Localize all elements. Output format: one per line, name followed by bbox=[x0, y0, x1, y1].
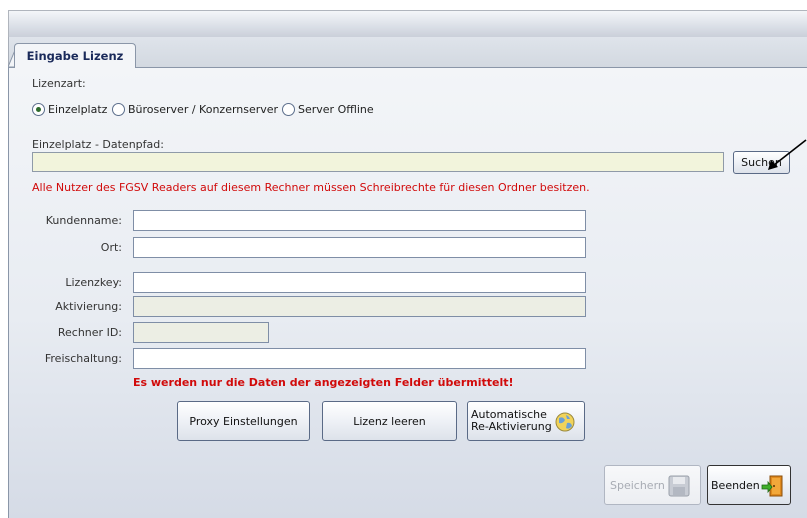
exit-button[interactable]: Beenden bbox=[707, 465, 791, 505]
lizenzkey-label: Lizenzkey: bbox=[65, 276, 122, 289]
freischaltung-label: Freischaltung: bbox=[44, 352, 122, 365]
transmission-notice: Es werden nur die Daten der angezeigten … bbox=[133, 376, 514, 389]
datenpfad-label: Einzelplatz - Datenpfad: bbox=[32, 138, 164, 151]
proxy-settings-label: Proxy Einstellungen bbox=[189, 414, 298, 428]
rechner-id-input bbox=[133, 322, 269, 343]
ort-input[interactable] bbox=[133, 237, 586, 258]
radio-label-einzelplatz: Einzelplatz bbox=[48, 103, 108, 116]
aktivierung-input bbox=[133, 296, 586, 317]
arrow-pointer-icon bbox=[768, 139, 807, 170]
radio-button-server-offline[interactable] bbox=[282, 103, 295, 116]
proxy-settings-button[interactable]: Proxy Einstellungen bbox=[177, 401, 310, 441]
window-titlebar bbox=[8, 10, 807, 38]
radio-bueroserver[interactable]: Büroserver / Konzernserver bbox=[112, 103, 278, 116]
radio-einzelplatz[interactable]: Einzelplatz bbox=[32, 103, 107, 116]
auto-reactivation-line2: Re-Aktivierung bbox=[471, 420, 552, 433]
clear-license-label: Lizenz leeren bbox=[353, 414, 426, 428]
door-exit-icon bbox=[761, 475, 783, 497]
clear-license-button[interactable]: Lizenz leeren bbox=[322, 401, 457, 441]
floppy-disk-icon bbox=[668, 475, 690, 497]
tab-label: Eingabe Lizenz bbox=[26, 49, 124, 63]
radio-label-server-offline: Server Offline bbox=[298, 103, 374, 116]
save-button-label: Speichern bbox=[610, 478, 665, 492]
radio-button-einzelplatz[interactable] bbox=[32, 103, 45, 116]
datenpfad-hint: Alle Nutzer des FGSV Readers auf diesem … bbox=[32, 181, 590, 194]
aktivierung-label: Aktivierung: bbox=[55, 300, 122, 313]
save-button[interactable]: Speichern bbox=[604, 465, 701, 505]
lizenzart-label: Lizenzart: bbox=[32, 77, 86, 90]
globe-refresh-icon bbox=[555, 412, 575, 432]
exit-button-label: Beenden bbox=[711, 478, 760, 492]
ort-label: Ort: bbox=[100, 241, 122, 254]
kundenname-label: Kundenname: bbox=[45, 214, 122, 227]
rechner-id-label: Rechner ID: bbox=[57, 326, 122, 339]
freischaltung-input[interactable] bbox=[133, 348, 586, 369]
radio-label-bueroserver: Büroserver / Konzernserver bbox=[128, 103, 279, 116]
datenpfad-input[interactable] bbox=[32, 152, 724, 172]
lizenzkey-input[interactable] bbox=[133, 272, 586, 293]
radio-button-bueroserver[interactable] bbox=[112, 103, 125, 116]
auto-reactivation-label: Automatische Re-Aktivierung bbox=[471, 409, 552, 433]
auto-reactivation-button[interactable]: Automatische Re-Aktivierung bbox=[467, 401, 585, 441]
tab-eingabe-lizenz[interactable]: Eingabe Lizenz bbox=[14, 43, 136, 68]
radio-server-offline[interactable]: Server Offline bbox=[282, 103, 374, 116]
kundenname-input[interactable] bbox=[133, 210, 586, 231]
